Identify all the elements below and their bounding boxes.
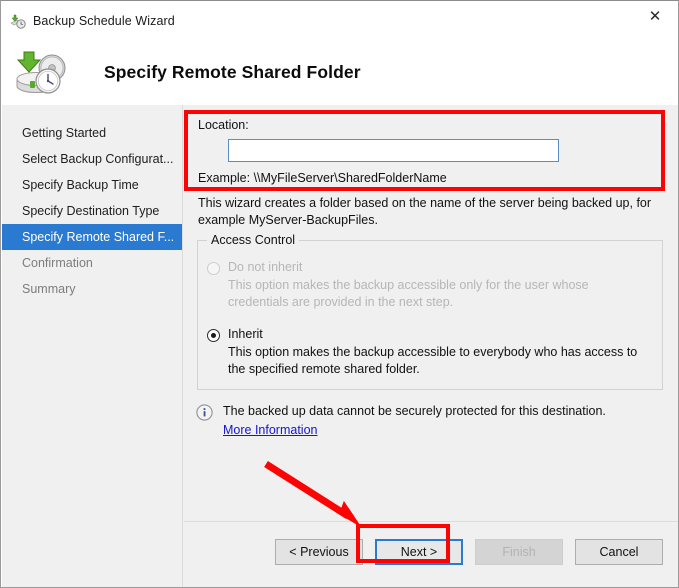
button-label: Next > bbox=[400, 545, 438, 559]
info-note-body: The backed up data cannot be securely pr… bbox=[223, 403, 606, 439]
sidebar-item-label: Specify Remote Shared F... bbox=[22, 230, 175, 244]
previous-button[interactable]: < Previous bbox=[275, 539, 363, 565]
sidebar-item-label: Select Backup Configurat... bbox=[22, 152, 174, 166]
sidebar-item-label: Specify Destination Type bbox=[22, 204, 160, 218]
wizard-header: Specify Remote Shared Folder bbox=[2, 40, 678, 105]
wizard-description: This wizard creates a folder based on th… bbox=[198, 196, 652, 227]
radio-label: Inherit bbox=[228, 327, 263, 341]
sidebar-item-label: Confirmation bbox=[22, 256, 93, 270]
backup-schedule-wizard-window: Backup Schedule Wizard ✕ Specify Remote … bbox=[0, 0, 679, 588]
radio-do-not-inherit[interactable]: Do not inherit bbox=[198, 260, 662, 275]
radio-label: Do not inherit bbox=[228, 260, 303, 274]
access-control-legend: Access Control bbox=[207, 233, 300, 247]
cancel-button[interactable]: Cancel bbox=[575, 539, 663, 565]
footer-button-group: < Previous Next > Finish Cancel bbox=[275, 539, 663, 565]
wizard-steps-sidebar: Getting Started Select Backup Configurat… bbox=[2, 105, 183, 587]
sidebar-item-summary[interactable]: Summary bbox=[2, 276, 182, 302]
sidebar-item-getting-started[interactable]: Getting Started bbox=[2, 120, 182, 146]
sidebar-item-specify-remote-shared-folder[interactable]: Specify Remote Shared F... bbox=[2, 224, 182, 250]
radio-button-icon bbox=[207, 262, 220, 275]
sidebar-item-label: Specify Backup Time bbox=[22, 178, 139, 192]
next-button[interactable]: Next > bbox=[375, 539, 463, 565]
button-label: Cancel bbox=[599, 545, 639, 559]
location-example-text: Example: \\MyFileServer\SharedFolderName bbox=[198, 171, 447, 185]
sidebar-item-confirmation[interactable]: Confirmation bbox=[2, 250, 182, 276]
radio-description-do-not-inherit: This option makes the backup accessible … bbox=[228, 278, 589, 309]
sidebar-item-select-backup-configuration[interactable]: Select Backup Configurat... bbox=[2, 146, 182, 172]
more-information-link[interactable]: More Information bbox=[223, 423, 317, 437]
location-section: Location: Example: \\MyFileServer\Shared… bbox=[184, 110, 666, 191]
window-title: Backup Schedule Wizard bbox=[33, 13, 175, 28]
sidebar-item-label: Summary bbox=[22, 282, 76, 296]
location-input[interactable] bbox=[228, 139, 559, 162]
backup-disk-clock-icon bbox=[14, 48, 76, 98]
button-label: < Previous bbox=[289, 545, 349, 559]
close-icon[interactable]: ✕ bbox=[632, 1, 678, 31]
radio-inherit[interactable]: Inherit bbox=[198, 327, 662, 342]
location-label: Location: bbox=[198, 118, 249, 132]
info-note-text: The backed up data cannot be securely pr… bbox=[223, 404, 606, 418]
backup-schedule-icon bbox=[9, 12, 27, 30]
radio-button-icon bbox=[207, 329, 220, 342]
close-glyph: ✕ bbox=[648, 6, 662, 25]
sidebar-item-specify-destination-type[interactable]: Specify Destination Type bbox=[2, 198, 182, 224]
page-title: Specify Remote Shared Folder bbox=[104, 62, 361, 82]
wizard-footer: < Previous Next > Finish Cancel bbox=[184, 521, 678, 587]
button-label: Finish bbox=[502, 545, 536, 559]
radio-description-inherit: This option makes the backup accessible … bbox=[228, 345, 638, 376]
sidebar-item-specify-backup-time[interactable]: Specify Backup Time bbox=[2, 172, 182, 198]
access-control-group: Access Control Do not inherit This optio… bbox=[197, 233, 663, 390]
information-icon bbox=[196, 404, 213, 421]
finish-button: Finish bbox=[475, 539, 563, 565]
info-note: The backed up data cannot be securely pr… bbox=[196, 403, 666, 439]
title-bar: Backup Schedule Wizard ✕ bbox=[1, 1, 678, 40]
wizard-content: Location: Example: \\MyFileServer\Shared… bbox=[184, 105, 678, 587]
wizard-body: Getting Started Select Backup Configurat… bbox=[2, 105, 678, 587]
sidebar-item-label: Getting Started bbox=[22, 126, 107, 140]
